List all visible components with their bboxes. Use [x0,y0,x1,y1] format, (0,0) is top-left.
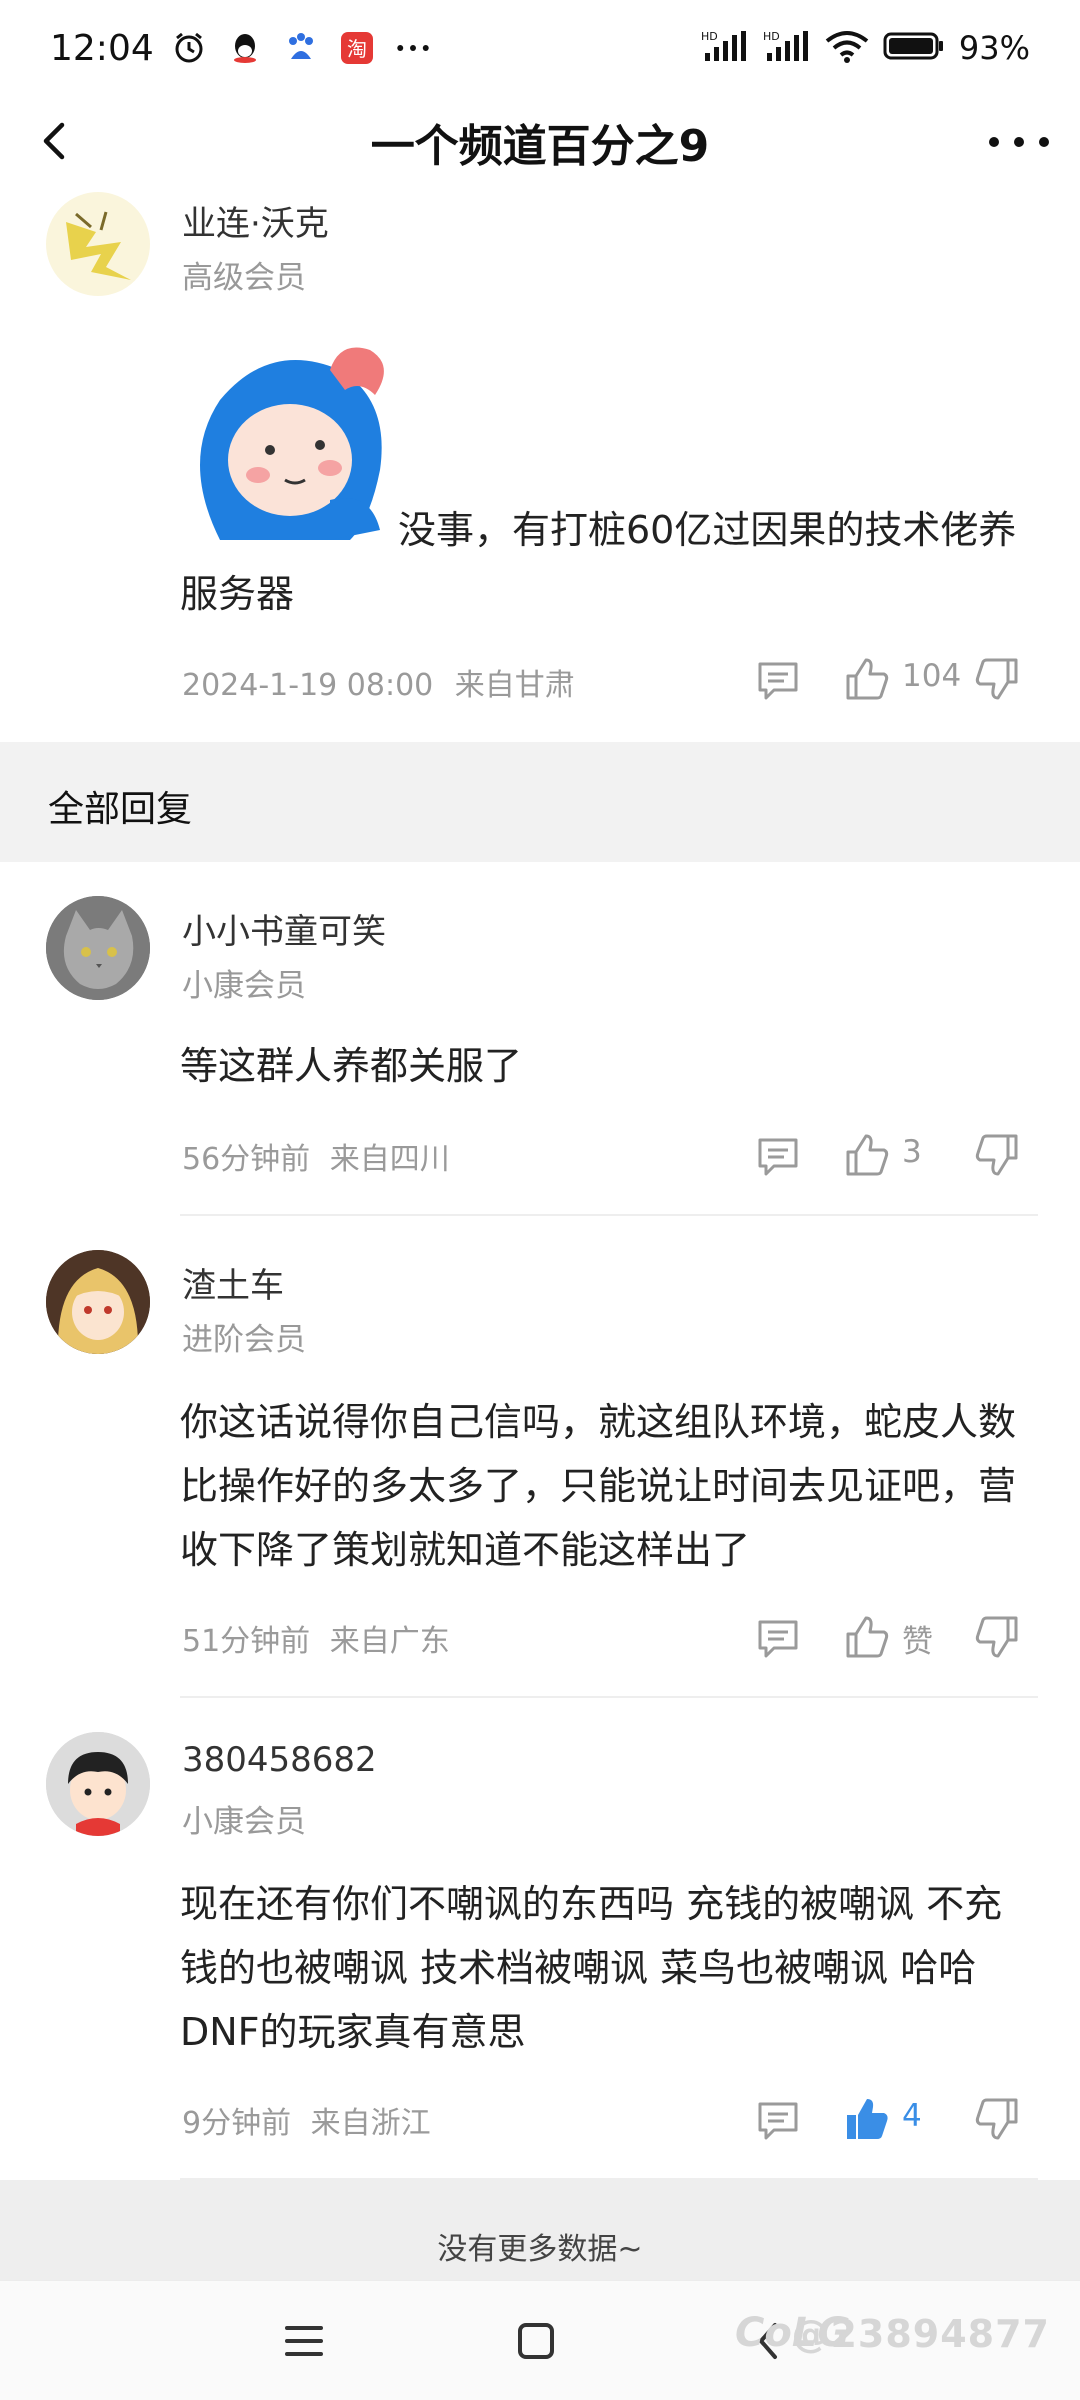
post-time: 2024-1-19 08:00 [182,668,434,703]
member-level: 小康会员 [182,968,306,1004]
svg-text:HD: HD [701,30,718,43]
reply-location: 来自广东 [329,1624,450,1659]
section-header: 全部回复 [0,742,1080,862]
divider [180,1696,1038,1698]
more-options-button[interactable] [986,118,1052,166]
like-button[interactable] [844,1614,890,1660]
home-button[interactable] [506,2311,566,2371]
like-count: 赞 [902,1624,933,1660]
reply-text: 你这话说得你自己信吗，就这组队环境，蛇皮人数比操作好的多太多了，只能说让时间去见… [180,1400,1017,1572]
hd-signal-1-icon: HD [701,29,749,67]
like-count: 4 [902,2098,922,2134]
status-time: 12:04 [50,27,154,69]
reply-actions: 赞 [756,1610,1076,1666]
battery-icon [883,29,945,67]
comment-button[interactable] [756,658,800,702]
title-bar: 一个频道百分之9 [0,96,1080,188]
post-meta: 2024-1-19 08:00 来自甘肃 [182,660,575,704]
reply-time: 9分钟前 [182,2106,292,2141]
cartoon-boy-avatar-image [46,1732,150,1836]
thumbs-down-icon [975,1134,1018,1176]
reply-text: 等这群人养都关服了 [180,1044,523,1088]
home-square-icon [518,2323,554,2359]
reply-location: 来自四川 [329,1142,450,1177]
menu-button[interactable] [274,2311,334,2371]
comment-button[interactable] [756,2098,800,2142]
thumbs-down-icon [975,1616,1018,1658]
reply-actions: 4 [756,2092,1076,2148]
comment-icon [758,662,798,700]
reply-meta: 9分钟前 来自浙江 [182,2098,431,2142]
no-more-data-text: 没有更多数据~ [437,2232,643,2267]
more-dots-icon [989,137,1049,147]
dislike-button[interactable] [974,1614,1020,1660]
comment-button[interactable] [756,1616,800,1660]
divider [180,1214,1038,1216]
comment-icon [758,2102,798,2140]
post-location: 来自甘肃 [454,668,575,703]
author-name[interactable]: 380458682 [182,1740,377,1780]
alarm-icon [172,31,206,65]
qq-icon [228,31,262,65]
post-text: 没事，有打桩60亿过因果的技术佬养服务器 [180,508,1017,616]
page-title: 一个频道百分之9 [370,121,710,172]
battery-percent: 93% [958,29,1030,67]
dislike-button[interactable] [974,656,1020,702]
status-icons-left: 淘 [172,31,430,65]
footer-band: 没有更多数据~ [0,2180,1080,2280]
author-name[interactable]: 渣土车 [182,1258,284,1307]
reply-meta: 56分钟前 来自四川 [182,1134,450,1178]
reply-time: 51分钟前 [182,1624,311,1659]
baidu-icon [284,31,318,65]
back-button[interactable] [30,116,80,166]
like-count: 3 [902,1134,922,1170]
svg-text:淘: 淘 [347,37,367,61]
thumbs-up-icon [846,658,889,700]
section-title: 全部回复 [48,789,193,830]
cat-avatar-image [46,896,150,1000]
reply-time: 56分钟前 [182,1142,311,1177]
reply-meta: 51分钟前 来自广东 [182,1616,450,1660]
avatar-image [46,192,150,296]
reply-actions: 3 [756,1128,1076,1184]
chevron-left-icon [43,122,65,160]
dislike-button[interactable] [974,1132,1020,1178]
taobao-icon: 淘 [340,31,374,65]
dislike-button[interactable] [974,2096,1020,2142]
author-name[interactable]: 小小书童可笑 [182,904,386,953]
thumbs-down-icon [975,658,1018,700]
member-level: 高级会员 [182,260,306,296]
status-icons-right: HD HD 93% [701,29,1030,67]
avatar[interactable] [46,896,150,1000]
reply-location: 来自浙江 [310,2106,431,2141]
post-actions: 104 [756,652,1076,708]
comment-icon [758,1620,798,1658]
thumbs-up-icon [846,1616,889,1658]
thumbs-up-filled-icon [847,2099,888,2139]
like-button-active[interactable] [844,2096,890,2142]
reply-text: 现在还有你们不嘲讽的东西吗 充钱的被嘲讽 不充钱的也被嘲讽 技术档被嘲讽 菜鸟也… [180,1882,1003,2054]
like-count: 104 [902,658,962,694]
thumbs-up-icon [846,1134,889,1176]
anime-girl-avatar-image [46,1250,150,1354]
avatar[interactable] [46,1732,150,1836]
hd-signal-2-icon: HD [763,29,811,67]
wifi-icon [825,29,869,67]
status-bar: 12:04 淘 HD HD 93% [0,0,1080,96]
comment-icon [758,1138,798,1176]
watermark-user: @23894877 [791,2312,1050,2356]
svg-text:HD: HD [763,30,780,43]
author-name[interactable]: 业连·沃克 [182,196,329,245]
comment-button[interactable] [756,1134,800,1178]
like-button[interactable] [844,656,890,702]
avatar[interactable] [46,1250,150,1354]
member-level: 进阶会员 [182,1322,306,1358]
avatar[interactable] [46,192,150,296]
more-dots-icon [396,31,430,65]
thumbs-down-icon [975,2098,1018,2140]
menu-icon [285,2326,323,2356]
like-button[interactable] [844,1132,890,1178]
member-level: 小康会员 [182,1804,306,1840]
